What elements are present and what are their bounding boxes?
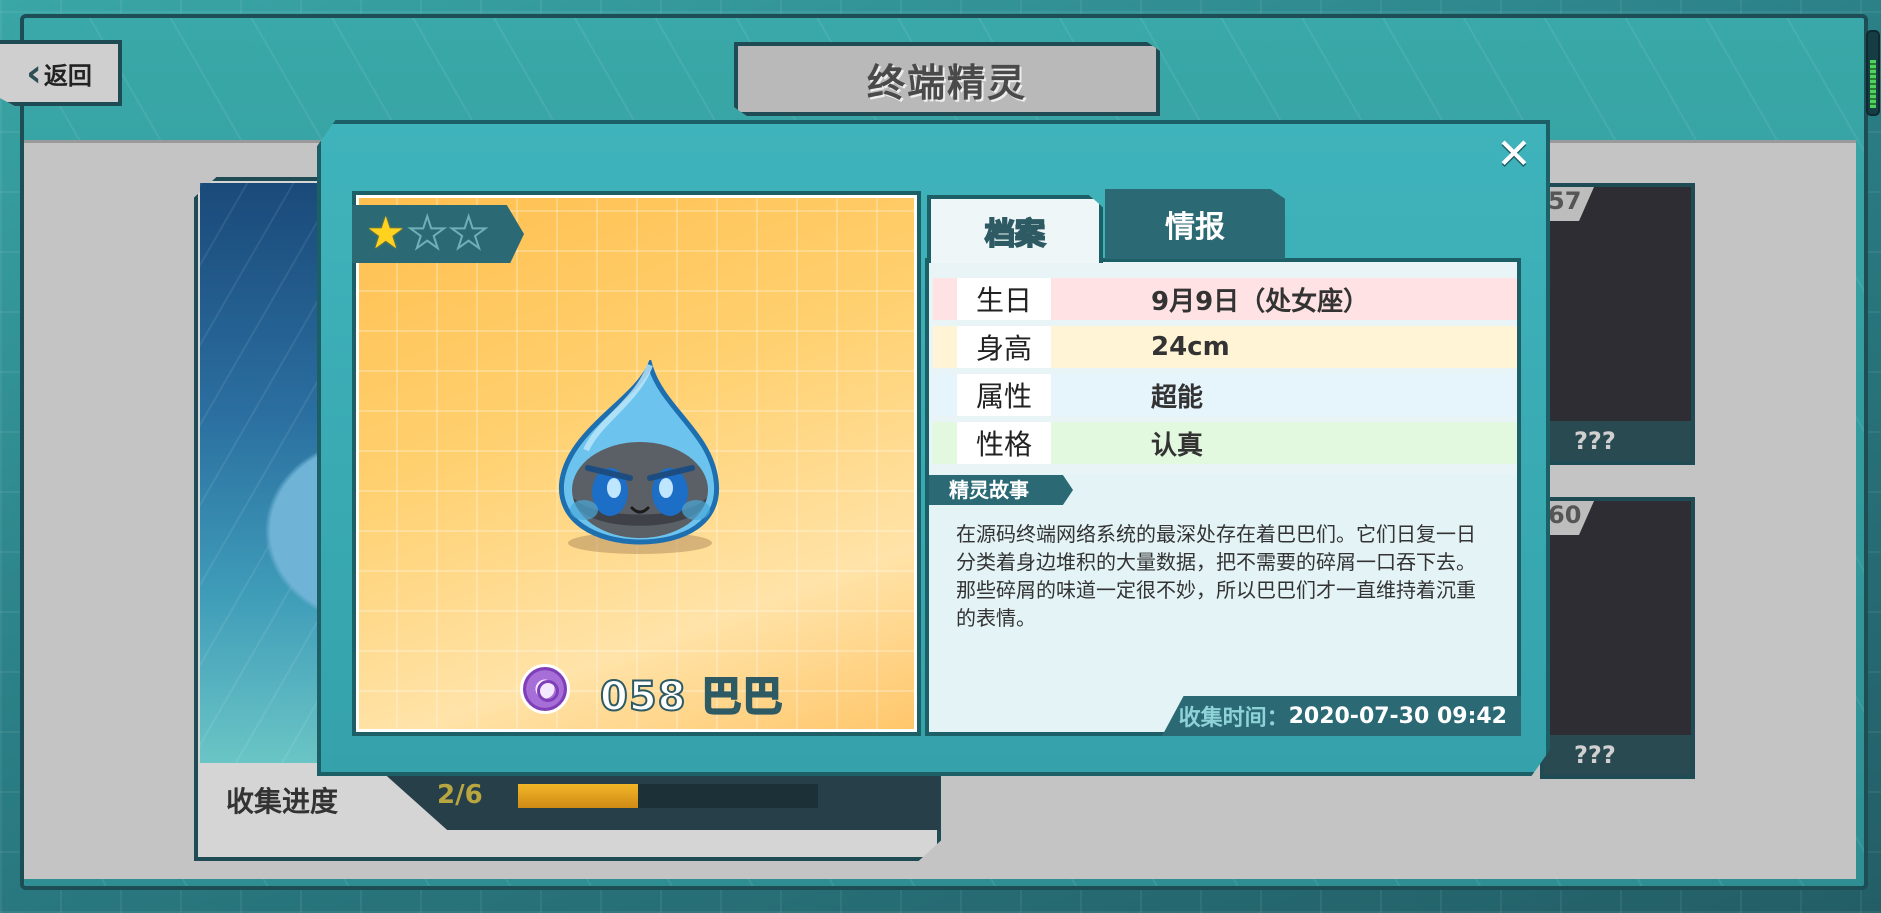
tab-intel[interactable]: 情报 bbox=[1105, 189, 1285, 259]
row-value: 认真 bbox=[1051, 422, 1517, 464]
row-band bbox=[933, 278, 957, 320]
profile-row-nature: 性格 认真 bbox=[933, 422, 1517, 464]
spirit-sprite bbox=[558, 360, 720, 554]
profile-row-birthday: 生日 9月9日（处女座） bbox=[933, 278, 1517, 320]
row-key: 生日 bbox=[957, 278, 1051, 320]
profile-row-height: 身高 24cm bbox=[933, 326, 1517, 368]
row-value: 超能 bbox=[1051, 374, 1517, 416]
row-value: 9月9日（处女座） bbox=[1051, 278, 1517, 320]
locked-spirit-card[interactable]: 60 ??? bbox=[1540, 497, 1695, 779]
tab-label: 档案 bbox=[984, 216, 1046, 253]
tab-archive[interactable]: 档案 bbox=[927, 195, 1103, 263]
collect-time-label: 收集时间： bbox=[1178, 706, 1289, 731]
close-icon[interactable]: ✕ bbox=[1492, 132, 1536, 176]
collect-time: 收集时间： 2020-07-30 09:42 bbox=[1162, 696, 1521, 736]
star-empty-icon: ★ bbox=[448, 208, 489, 259]
spirit-number-name: 058 巴巴 bbox=[599, 673, 784, 721]
silhouette-art bbox=[1544, 187, 1691, 421]
collect-time-value: 2020-07-30 09:42 bbox=[1288, 703, 1507, 729]
collection-progress-label: 收集进度 bbox=[226, 785, 339, 818]
silhouette-art bbox=[1544, 501, 1691, 735]
story-text: 在源码终端网络系统的最深处存在着巴巴们。它们日复一日分类着身边堆积的大量数据，把… bbox=[956, 522, 1476, 630]
scrollbar-thumb[interactable] bbox=[1870, 60, 1876, 108]
collection-progress-fill bbox=[518, 784, 638, 808]
row-band bbox=[933, 422, 957, 464]
card-name: ??? bbox=[1544, 421, 1691, 461]
back-button[interactable]: ‹ 返回 bbox=[0, 40, 122, 106]
chevron-left-icon: ‹ bbox=[26, 51, 42, 95]
scrollbar[interactable] bbox=[1866, 30, 1880, 116]
row-value: 24cm bbox=[1051, 326, 1517, 368]
row-band bbox=[933, 374, 957, 416]
page-title: 终端精灵 bbox=[866, 60, 1027, 105]
row-key: 属性 bbox=[957, 374, 1051, 416]
locked-spirit-card[interactable]: 57 ??? bbox=[1540, 183, 1695, 465]
collection-progress-count: 2/6 bbox=[437, 780, 483, 810]
story-tag: 精灵故事 bbox=[929, 475, 1073, 505]
star-rating: ★ ★ ★ bbox=[352, 205, 524, 263]
page-title-plate: 终端精灵 bbox=[734, 42, 1160, 116]
row-key: 身高 bbox=[957, 326, 1051, 368]
tab-label: 情报 bbox=[1165, 210, 1225, 245]
star-empty-icon: ★ bbox=[406, 208, 447, 259]
row-key: 性格 bbox=[957, 422, 1051, 464]
profile-row-attribute: 属性 超能 bbox=[933, 374, 1517, 416]
psychic-type-icon bbox=[520, 664, 570, 714]
back-label: 返回 bbox=[43, 61, 92, 90]
card-name: ??? bbox=[1544, 735, 1691, 775]
star-filled-icon: ★ bbox=[366, 208, 406, 259]
row-band bbox=[933, 326, 957, 368]
